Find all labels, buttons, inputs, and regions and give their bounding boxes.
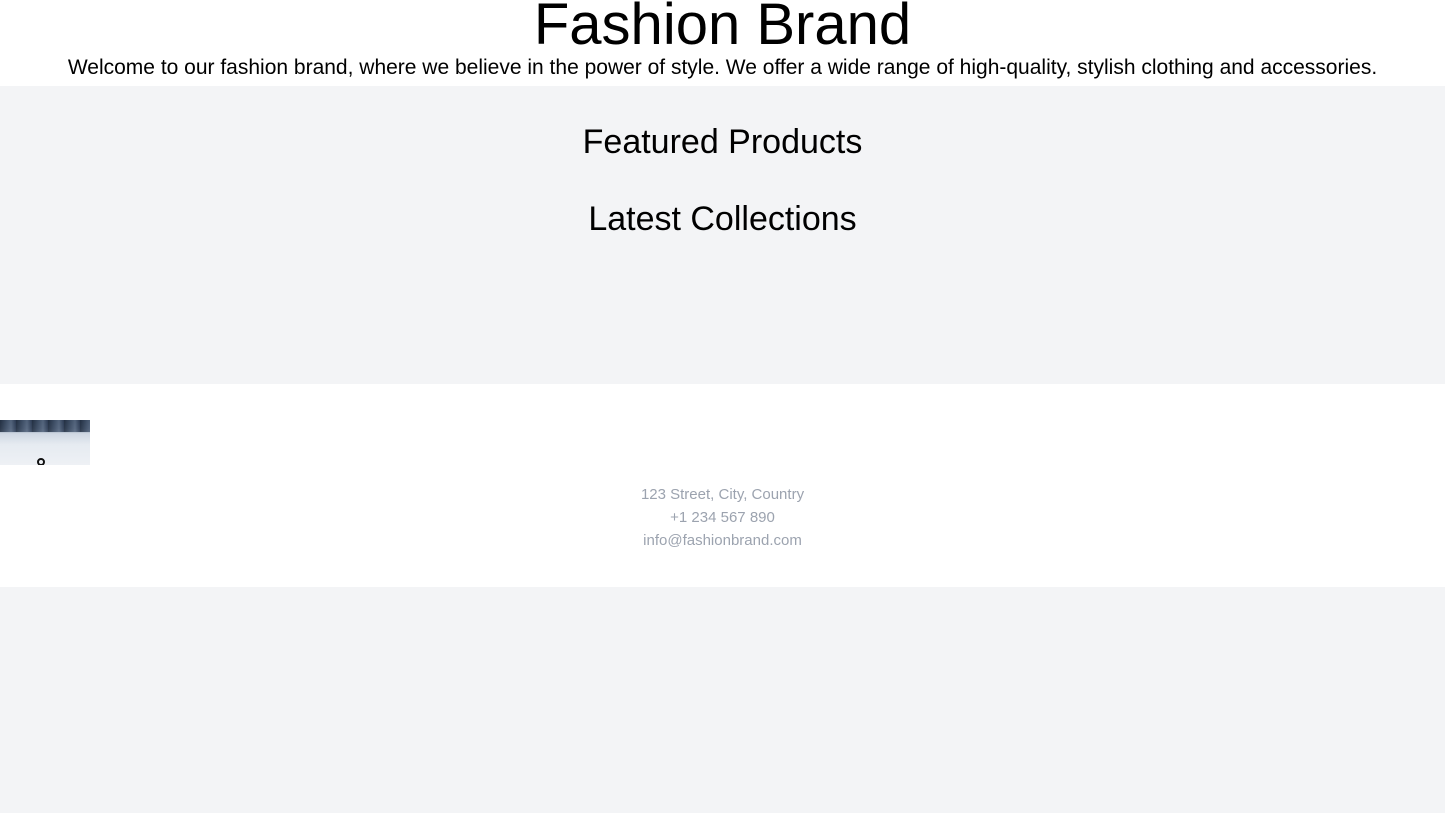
- latest-collections-section: Latest Collections: [0, 199, 1445, 384]
- treeline-detail: [0, 420, 90, 432]
- featured-products-section: Featured Products: [0, 86, 1445, 199]
- site-header: Fashion Brand Welcome to our fashion bra…: [0, 0, 1445, 86]
- page-bottom-area: [0, 587, 1445, 813]
- footer-image: [0, 420, 90, 465]
- welcome-text: Welcome to our fashion brand, where we b…: [67, 56, 1378, 79]
- featured-products-title: Featured Products: [582, 123, 863, 161]
- latest-collections-title: Latest Collections: [588, 200, 857, 238]
- main-content: Featured Products Latest Collections: [0, 86, 1445, 384]
- brand-title: Fashion Brand: [533, 0, 912, 57]
- contact-address: 123 Street, City, Country: [640, 486, 805, 503]
- contact-info: 123 Street, City, Country +1 234 567 890…: [0, 483, 1445, 552]
- contact-email[interactable]: info@fashionbrand.com: [0, 529, 1445, 552]
- contact-phone[interactable]: +1 234 567 890: [0, 506, 1445, 529]
- site-footer: 123 Street, City, Country +1 234 567 890…: [0, 384, 1445, 587]
- image-placeholder-icon: [37, 458, 45, 465]
